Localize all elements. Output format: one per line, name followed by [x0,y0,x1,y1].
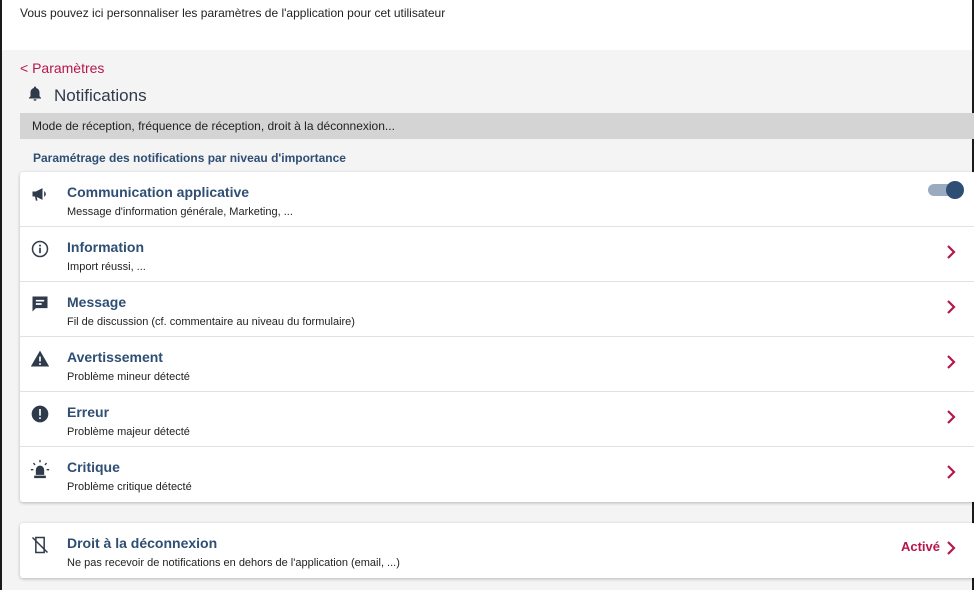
megaphone-icon [30,184,50,204]
level-title: Avertissement [67,349,163,365]
warning-icon [30,349,50,369]
back-to-parametres-link[interactable]: < Paramètres [20,60,104,76]
level-title: Message [67,294,127,310]
info-icon [30,239,50,259]
level-description: Fil de discussion (cf. commentaire au ni… [67,316,355,328]
disconnect-card: Droit à la déconnexion Ne pas recevoir d… [20,523,974,578]
siren-icon [30,459,50,479]
chevron-right-icon [946,465,958,479]
disconnect-status: Activé [900,539,940,554]
level-title: Communication applicative [67,184,250,200]
level-title: Critique [67,459,120,475]
chevron-right-icon [946,410,958,424]
level-description: Problème mineur détecté [67,371,190,383]
level-description: Import réussi, ... [67,261,146,273]
level-row-communication[interactable]: Communication applicative Message d'info… [20,172,974,227]
page-title-text: Notifications [54,86,147,105]
subtitle-bar: Mode de réception, fréquence de réceptio… [20,113,974,139]
level-row-avertissement[interactable]: Avertissement Problème mineur détecté [20,337,974,392]
disconnect-description: Ne pas recevoir de notifications en deho… [67,557,400,569]
message-icon [30,294,50,314]
chevron-right-icon [946,300,958,314]
level-description: Message d'information générale, Marketin… [67,206,293,218]
section-label: Paramétrage des notifications par niveau… [33,151,346,165]
notification-levels-card: Communication applicative Message d'info… [20,172,974,502]
settings-frame: Vous pouvez ici personnaliser les paramè… [0,0,974,590]
toggle-knob [946,181,964,199]
level-description: Problème majeur détecté [67,426,190,438]
level-row-message[interactable]: Message Fil de discussion (cf. commentai… [20,282,974,337]
disconnect-row[interactable]: Droit à la déconnexion Ne pas recevoir d… [20,523,974,578]
chevron-right-icon [946,541,958,555]
bell-icon [26,85,44,108]
phone-off-icon [30,535,50,555]
chevron-right-icon [946,245,958,259]
level-title: Information [67,239,144,255]
intro-text: Vous pouvez ici personnaliser les paramè… [2,0,972,50]
chevron-right-icon [946,355,958,369]
disconnect-title: Droit à la déconnexion [67,535,218,551]
page-title: Notifications [26,85,147,107]
level-row-information[interactable]: Information Import réussi, ... [20,227,974,282]
error-icon [30,404,50,424]
level-row-erreur[interactable]: Erreur Problème majeur détecté [20,392,974,447]
level-description: Problème critique détecté [67,481,192,493]
level-row-critique[interactable]: Critique Problème critique détecté [20,447,974,502]
level-title: Erreur [67,404,110,420]
communication-toggle[interactable] [928,181,964,199]
